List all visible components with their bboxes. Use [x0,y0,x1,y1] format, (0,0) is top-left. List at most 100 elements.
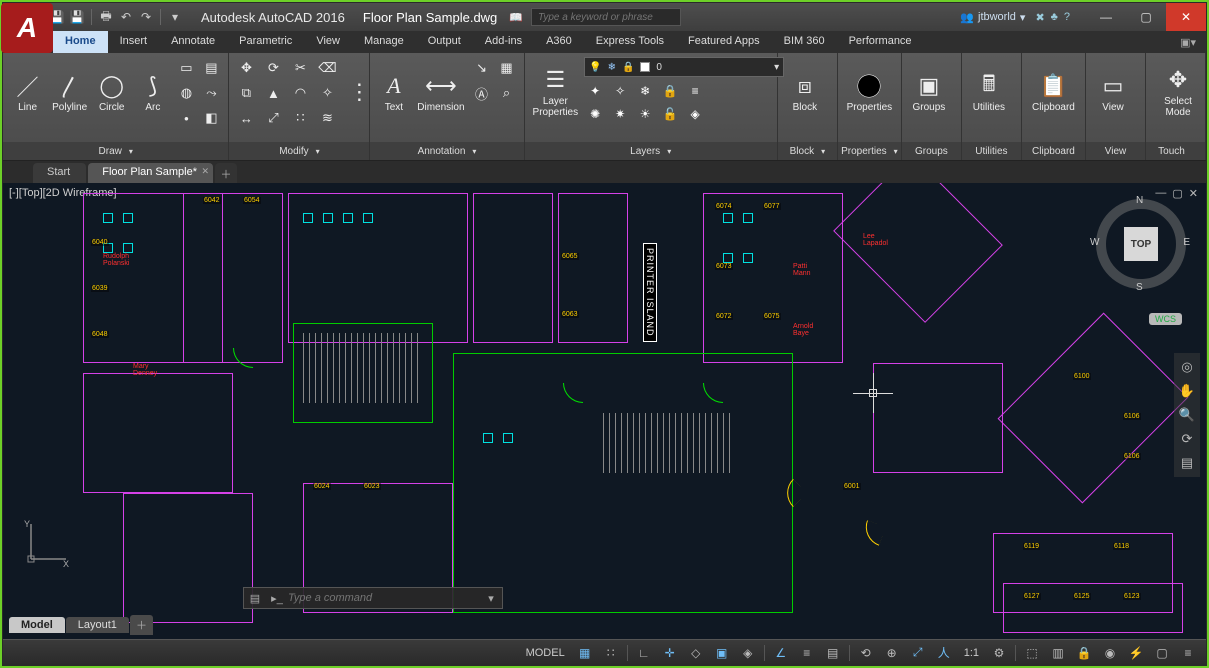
mirror-icon[interactable]: ▲ [262,82,284,104]
drawing-tab-start[interactable]: Start [33,163,86,183]
units-icon[interactable]: ⬚ [1020,643,1044,663]
point-icon[interactable]: • [175,107,197,129]
layer-properties-button[interactable]: ☰ Layer Properties [531,57,581,127]
viewcube-s[interactable]: S [1136,282,1143,293]
tab-manage[interactable]: Manage [352,31,416,53]
transparency-icon[interactable]: ▤ [821,643,845,663]
groups-button[interactable]: ▣Groups [908,57,950,127]
otrack-icon[interactable]: ∠ [769,643,793,663]
app-menu-button[interactable]: A [1,3,53,53]
maximize-button[interactable]: ▢ [1126,3,1166,31]
ucs-icon[interactable]: Y X [21,519,71,569]
tab-a360[interactable]: A360 [534,31,584,53]
view-cube[interactable]: TOP N S E W [1096,199,1186,289]
layuniso-icon[interactable]: ✷ [609,104,631,124]
qat-undo-icon[interactable]: ↶ [118,9,134,25]
field-icon[interactable]: ⌕ [496,82,518,104]
showmotion-icon[interactable]: ▤ [1181,455,1193,471]
annomonitor-icon[interactable]: ⊕ [880,643,904,663]
lineweight-icon[interactable]: ≡ [795,643,819,663]
table-icon[interactable]: ▦ [496,57,518,79]
panel-modify-title[interactable]: Modify [229,142,369,160]
laythw-icon[interactable]: ☀ [634,104,656,124]
tab-annotate[interactable]: Annotate [159,31,227,53]
infocenter-icon[interactable]: 📖 [509,11,523,24]
qat-plot-icon[interactable]: 🖶 [98,9,114,25]
mtext-icon[interactable]: Ⓐ [471,82,493,104]
panel-utilities-title[interactable]: Utilities [962,142,1021,160]
explode-icon[interactable]: ✧ [316,82,338,104]
command-history-icon[interactable]: ▤ [244,592,266,605]
leader-icon[interactable]: ↘ [471,57,493,79]
drawing-tab-file[interactable]: Floor Plan Sample*✕ [88,163,213,183]
arc-button[interactable]: ⟆Arc [134,57,171,127]
panel-annotation-title[interactable]: Annotation [370,142,523,160]
layiso-icon[interactable]: ✧ [609,81,631,101]
panel-block-title[interactable]: Block [778,142,837,160]
command-input[interactable] [288,592,480,604]
cleanscreen-icon[interactable]: ▢ [1150,643,1174,663]
trim-icon[interactable]: ✂ [289,57,311,79]
isolate-icon[interactable]: ◉ [1098,643,1122,663]
annoscale-icon[interactable]: 人 [932,643,956,663]
rotate-icon[interactable]: ⟳ [262,57,284,79]
stayconnected-icon[interactable]: ♣ [1051,11,1058,23]
qat-saveas-icon[interactable]: 💾 [69,9,85,25]
drawing-area[interactable]: [-][Top][2D Wireframe] — ▢ ✕ [3,183,1206,639]
polyline-button[interactable]: 〳Polyline [50,57,89,127]
grid-icon[interactable]: ▦ [573,643,597,663]
layfrz-icon[interactable]: ❄ [634,81,656,101]
viewcube-w[interactable]: W [1090,237,1099,248]
pan-icon[interactable]: ✋ [1179,383,1195,399]
model-space-toggle[interactable]: MODEL [520,647,571,659]
layulk-icon[interactable]: 🔓 [659,104,681,124]
signin-button[interactable]: 👥 jtbworld ▾ [956,11,1029,24]
scale-icon[interactable]: ⤢ [262,107,284,129]
fillet-icon[interactable]: ◠ [289,82,311,104]
close-button[interactable]: ✕ [1166,3,1206,31]
osnap-icon[interactable]: ▣ [710,643,734,663]
line-button[interactable]: ／Line [9,57,46,127]
array-icon[interactable]: ∷ [289,107,311,129]
command-line[interactable]: ▤ ▸_ ▾ [243,587,503,609]
rectangle-icon[interactable]: ▭ [175,57,197,79]
quickprops-icon[interactable]: ▥ [1046,643,1070,663]
hatch-icon[interactable]: ▤ [200,57,222,79]
move-icon[interactable]: ✥ [235,57,257,79]
autoscale-icon[interactable]: ⤢ [906,643,930,663]
tab-featuredapps[interactable]: Featured Apps [676,31,772,53]
help-icon[interactable]: ? [1064,11,1070,23]
laylck-icon[interactable]: 🔒 [659,81,681,101]
properties-button[interactable]: Properties [844,57,895,127]
layout1-tab[interactable]: Layout1 [66,617,129,633]
model-tab[interactable]: Model [9,617,65,633]
panel-properties-title[interactable]: Properties [838,142,901,160]
tab-view[interactable]: View [304,31,352,53]
viewcube-e[interactable]: E [1183,237,1190,248]
select-mode-button[interactable]: ✥Select Mode [1157,57,1199,127]
ellipse-icon[interactable]: ◍ [175,82,197,104]
panel-draw-title[interactable]: Draw [3,142,228,160]
panel-clipboard-title[interactable]: Clipboard [1022,142,1085,160]
lockui-icon[interactable]: 🔒 [1072,643,1096,663]
command-recent-icon[interactable]: ▾ [480,592,502,605]
view-button[interactable]: ▭View [1092,57,1134,127]
qat-dropdown-icon[interactable]: ▾ [167,9,183,25]
tab-home[interactable]: Home [53,31,108,53]
spline-icon[interactable]: ⤳ [200,82,222,104]
ribbon-minimize-icon[interactable]: ▣▾ [1180,36,1196,49]
hardware-accel-icon[interactable]: ⚡ [1124,643,1148,663]
workspace-icon[interactable]: ⚙ [987,643,1011,663]
steering-wheel-icon[interactable]: ◎ [1181,359,1192,375]
erase-icon[interactable]: ⌫ [316,57,338,79]
dimension-button[interactable]: ⟷Dimension [415,57,466,127]
isodraft-icon[interactable]: ◇ [684,643,708,663]
layoff-icon[interactable]: ✦ [584,81,606,101]
snapmode-icon[interactable]: ∷ [599,643,623,663]
panel-view-title[interactable]: View [1086,142,1145,160]
qat-redo-icon[interactable]: ↷ [138,9,154,25]
tab-bim360[interactable]: BIM 360 [772,31,837,53]
laymcur-icon[interactable]: ◈ [684,104,706,124]
copy-icon[interactable]: ⧉ [235,82,257,104]
tab-parametric[interactable]: Parametric [227,31,304,53]
